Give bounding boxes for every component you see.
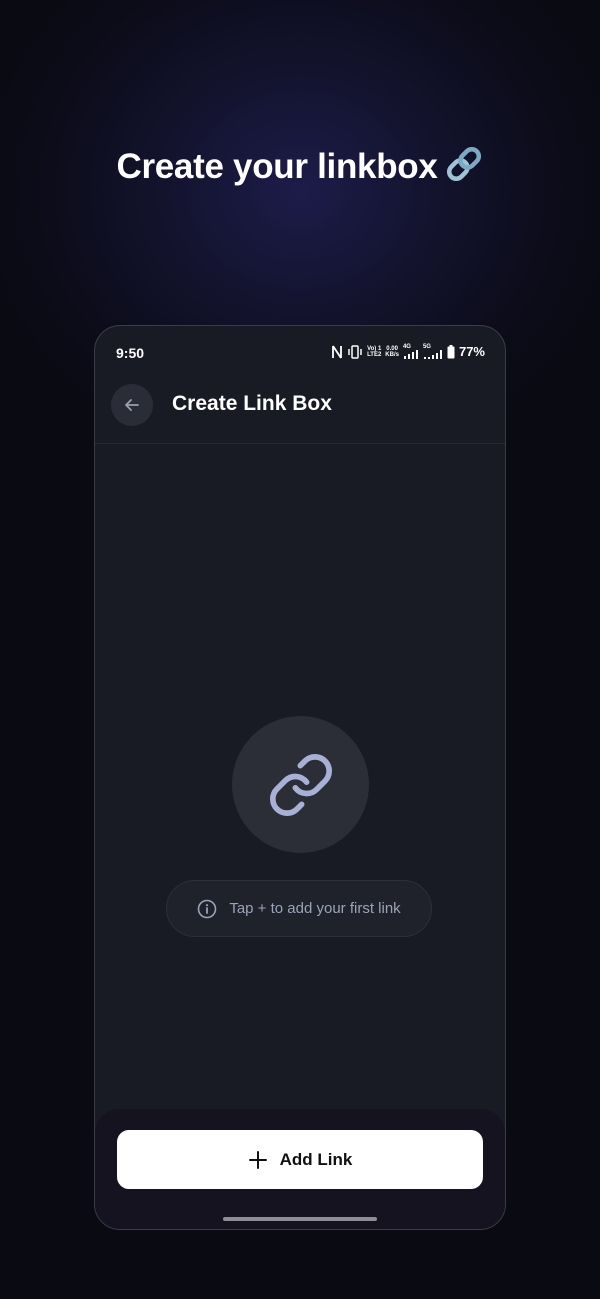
empty-state-hint: Tap + to add your first link [166,880,432,937]
signal-5g-icon: 5G [423,344,443,359]
signal-4g-icon: 4G [403,344,419,359]
nfc-icon [331,345,343,359]
battery-icon [447,344,455,359]
add-link-button[interactable]: Add Link [117,1130,483,1189]
home-indicator[interactable] [223,1217,377,1221]
speed-bottom-text: KB/s [385,351,399,358]
plus-icon [248,1150,268,1170]
vibrate-icon [347,344,363,359]
hint-text: Tap + to add your first link [229,900,401,917]
back-button[interactable] [111,384,153,426]
volte-indicator: Vo) 1 LTE2 [367,346,381,358]
promo-headline: Create your linkbox [0,144,600,193]
status-icons: Vo) 1 LTE2 0.00 KB/s 4G 5G 77% [331,344,485,359]
phone-frame: 9:50 Vo) 1 LTE2 0.00 KB/s 4G 5G 77% Crea… [94,325,506,1230]
volte-bottom-text: LTE2 [367,351,382,358]
bottom-action-bar: Add Link [95,1109,505,1229]
status-bar: 9:50 Vo) 1 LTE2 0.00 KB/s 4G 5G 77% [95,326,505,378]
link-icon [267,751,335,819]
promo-headline-text: Create your linkbox [116,147,438,186]
arrow-left-icon [123,396,141,414]
app-header: Create Link Box [95,378,505,444]
page-title: Create Link Box [172,392,332,415]
status-time: 9:50 [116,345,145,361]
empty-state-illustration [232,716,369,853]
speed-indicator: 0.00 KB/s [385,346,399,358]
add-link-label: Add Link [279,1149,353,1169]
link-emoji-icon [444,144,484,193]
info-icon [197,899,217,919]
battery-percent: 77% [458,344,485,359]
